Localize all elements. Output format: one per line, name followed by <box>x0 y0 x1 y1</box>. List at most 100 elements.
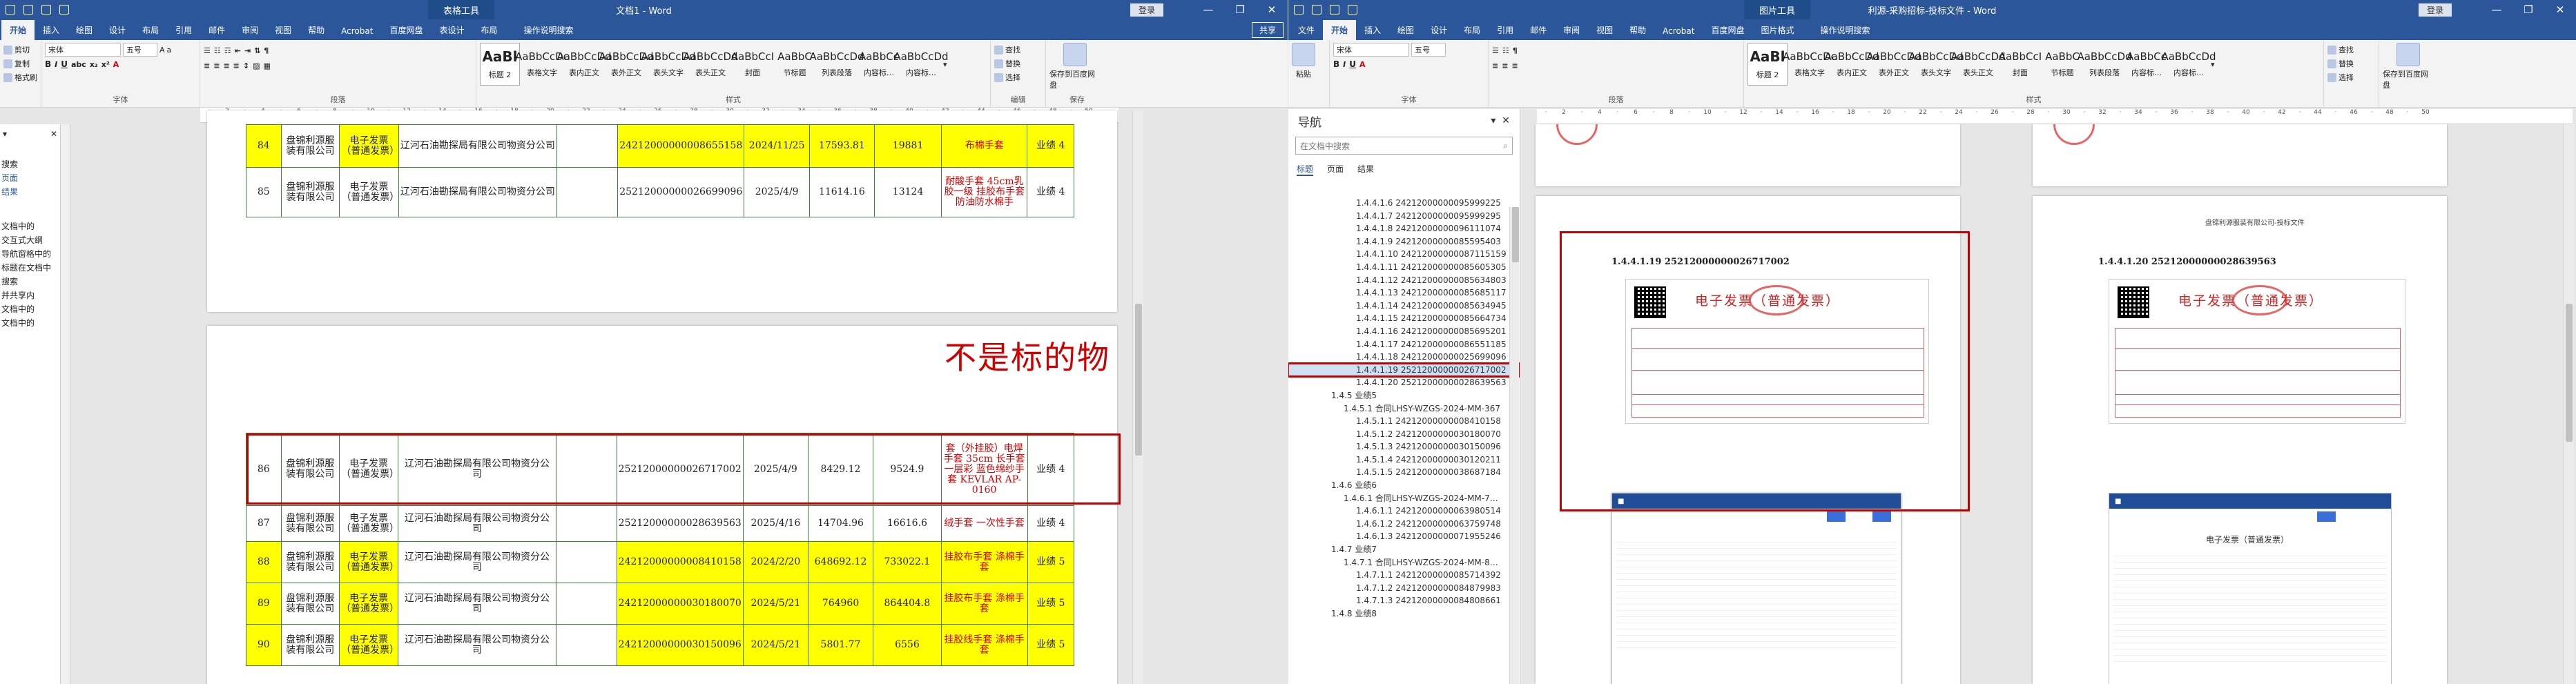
nav-heading-item[interactable]: 1.4.6.1.2 24212000000063759748 <box>1288 518 1520 531</box>
borders-icon[interactable]: ▦ <box>264 61 271 70</box>
style-gallery-item[interactable]: AaBbCcDd 表头文字 <box>1908 43 1963 86</box>
save-to-baidu-button[interactable]: 保存到百度网盘 <box>1049 43 1101 90</box>
nav-heading-item[interactable]: 1.4.6.1 合同LHSY-WZGS-2024-MM-7… <box>1288 492 1520 505</box>
style-gallery-item[interactable]: AaBbCcDc 表格文字 <box>515 43 569 86</box>
center-icon[interactable]: ≡ <box>1502 61 1508 70</box>
tab-4[interactable]: 设计 <box>1422 20 1455 40</box>
nav-heading-item[interactable]: 1.4.5.1.3 24212000000030150096 <box>1288 440 1520 453</box>
save-icon[interactable] <box>23 5 33 14</box>
tab-3[interactable]: 绘图 <box>1389 20 1422 40</box>
nav-heading-item[interactable]: 1.4.7.1 合同LHSY-WZGS-2024-MM-8… <box>1288 556 1520 569</box>
tab-8[interactable]: 视图 <box>267 20 300 40</box>
increase-indent-icon[interactable]: ⇥ <box>244 46 251 55</box>
find-button[interactable]: 查找 <box>1005 44 1020 55</box>
superscript-button[interactable]: x² <box>101 60 110 69</box>
tab-0[interactable]: 文件 <box>1290 20 1323 40</box>
nav-heading-item[interactable]: 1.4.5 业绩5 <box>1288 389 1520 402</box>
nav-heading-item[interactable]: 1.4.7.1.2 24212000000084879983 <box>1288 582 1520 595</box>
font-size-select[interactable]: 五号 <box>123 43 157 57</box>
nav-tab-0[interactable]: 标题 <box>1297 163 1314 176</box>
tab-1[interactable]: 开始 <box>1323 20 1357 40</box>
style-gallery-item[interactable]: AaBbCcDd 列表段落 <box>2077 43 2131 86</box>
line-spacing-icon[interactable]: ↕ <box>243 61 249 70</box>
redo-icon[interactable] <box>1348 5 1357 14</box>
select-button[interactable]: 选择 <box>1005 72 1020 83</box>
nav-heading-item[interactable]: 1.4.4.1.12 24212000000085634803 <box>1288 274 1520 287</box>
style-gallery-item[interactable]: AaBbCcDd 表外正文 <box>1866 43 1921 86</box>
style-gallery-item[interactable]: AaBbCcDd 内容标… <box>893 43 948 86</box>
nav-heading-item[interactable]: 1.4.4.1.16 24212000000085695201 <box>1288 325 1520 338</box>
replace-button[interactable]: 替换 <box>1005 58 1020 69</box>
font-name-select[interactable]: 宋体 <box>45 43 121 57</box>
justify-icon[interactable]: ≡ <box>233 61 240 70</box>
nav-tab-2[interactable]: 结果 <box>1357 163 1374 176</box>
nav-heading-item[interactable]: 1.4.5.1.4 24212000000030120211 <box>1288 453 1520 467</box>
nav-search-input[interactable]: 在文档中搜索 ⌕ <box>1295 137 1513 155</box>
style-gallery-item[interactable]: AaBbCcDc 表格文字 <box>1783 43 1837 86</box>
font-color-button[interactable]: A <box>1359 60 1366 69</box>
nav-heading-item[interactable]: 1.4.7.1.3 24212000000084808661 <box>1288 594 1520 607</box>
tab-7[interactable]: 邮件 <box>1522 20 1555 40</box>
nav-heading-item[interactable]: 1.4.7 业绩7 <box>1288 543 1520 556</box>
nav-heading-item[interactable]: 1.4.4.1.8 24212000000096111074 <box>1288 222 1520 235</box>
restore-icon[interactable]: ❐ <box>1224 0 1256 19</box>
style-gallery-item[interactable]: AaBbCc 内容标… <box>2127 43 2167 86</box>
nav-heading-item[interactable]: 1.4.4.1.9 24212000000085595403 <box>1288 235 1520 248</box>
style-gallery-item[interactable]: AaBbCcDd 表头正文 <box>683 43 737 86</box>
save-icon[interactable] <box>1312 5 1321 14</box>
nav-heading-item[interactable]: 1.4.6.1.1 24212000000063980514 <box>1288 505 1520 518</box>
tab-11[interactable]: Acrobat <box>1654 22 1703 40</box>
decrease-indent-icon[interactable]: ⇤ <box>235 46 241 55</box>
nav-heading-item[interactable]: 1.4.5.1.1 24212000000008410158 <box>1288 415 1520 428</box>
save-to-baidu-button-right[interactable]: 保存到百度网盘 <box>2383 43 2434 90</box>
minimize-icon[interactable]: — <box>2481 0 2512 19</box>
tell-me-search[interactable]: 操作说明搜索 <box>519 20 579 40</box>
multilevel-list-icon[interactable]: ☶ <box>224 46 231 55</box>
style-gallery-item[interactable]: AaBbCcI 封面 <box>1999 43 2042 86</box>
cut-button[interactable]: 剪切 <box>14 44 30 55</box>
shading-icon[interactable]: ▨ <box>253 61 260 70</box>
search-icon[interactable]: ⌕ <box>1503 141 1508 151</box>
align-right-icon[interactable]: ≡ <box>223 61 229 70</box>
paste-button[interactable]: 粘贴 <box>1292 43 1315 79</box>
tab-13[interactable]: 布局 <box>472 20 505 40</box>
numbering-icon[interactable]: ☷ <box>1502 46 1509 55</box>
style-gallery-item[interactable]: AaBbC 节标题 <box>2042 43 2082 86</box>
close-icon[interactable]: ✕ <box>2544 0 2576 19</box>
tab-11[interactable]: 百度网盘 <box>381 20 431 40</box>
center-icon[interactable]: ≡ <box>213 61 220 70</box>
strikethrough-button[interactable]: abc <box>71 60 86 69</box>
style-gallery-item[interactable]: AaBl 标题 2 <box>480 43 520 86</box>
sign-in-button[interactable]: 登录 <box>1130 3 1163 17</box>
show-marks-icon[interactable]: ¶ <box>264 46 269 55</box>
font-name-select-right[interactable]: 宋体 <box>1333 43 1409 57</box>
close-nav-icon[interactable]: ✕ <box>1502 115 1510 126</box>
nav-heading-item[interactable]: 1.4.4.1.14 24212000000085634945 <box>1288 300 1520 313</box>
tab-0[interactable]: 开始 <box>1 20 35 40</box>
scrollbar-thumb[interactable] <box>1135 304 1142 456</box>
italic-button[interactable]: I <box>55 60 57 69</box>
nav-heading-item[interactable]: 1.4.6 业绩6 <box>1288 479 1520 492</box>
bold-button[interactable]: B <box>1333 59 1339 69</box>
nav-scrollbar-thumb[interactable] <box>1512 207 1519 262</box>
sort-icon[interactable]: ⇅ <box>254 46 260 55</box>
styles-more-icon[interactable]: ▾ <box>943 60 947 69</box>
tab-7[interactable]: 审阅 <box>233 20 267 40</box>
replace-button[interactable]: 替换 <box>2338 58 2354 69</box>
style-gallery-item[interactable]: AaBbCcDd 表内正文 <box>556 43 611 86</box>
tab-9[interactable]: 视图 <box>1588 20 1621 40</box>
tab-6[interactable]: 邮件 <box>200 20 233 40</box>
nav-heading-item[interactable]: 1.4.4.1.13 24212000000085685117 <box>1288 286 1520 300</box>
tab-5[interactable]: 布局 <box>1455 20 1489 40</box>
shrink-font-icon[interactable]: a <box>167 46 172 55</box>
style-gallery-item[interactable]: AaBbCcDd 内容标… <box>2161 43 2216 86</box>
autosave-icon[interactable] <box>1294 5 1304 14</box>
tab-12[interactable]: 百度网盘 <box>1703 20 1752 40</box>
styles-more-icon[interactable]: ▾ <box>2211 60 2215 69</box>
nav-heading-item[interactable]: 1.4.8 业绩8 <box>1288 607 1520 621</box>
format-painter-button[interactable]: 格式刷 <box>14 72 37 83</box>
nav-heading-item[interactable]: 1.4.4.1.20 25212000000028639563 <box>1288 376 1520 389</box>
nav-heading-item[interactable]: 1.4.4.1.18 24212000000025699096 <box>1288 351 1520 364</box>
style-gallery-item[interactable]: AaBbC 节标题 <box>775 43 815 86</box>
vertical-ruler[interactable] <box>61 124 70 684</box>
